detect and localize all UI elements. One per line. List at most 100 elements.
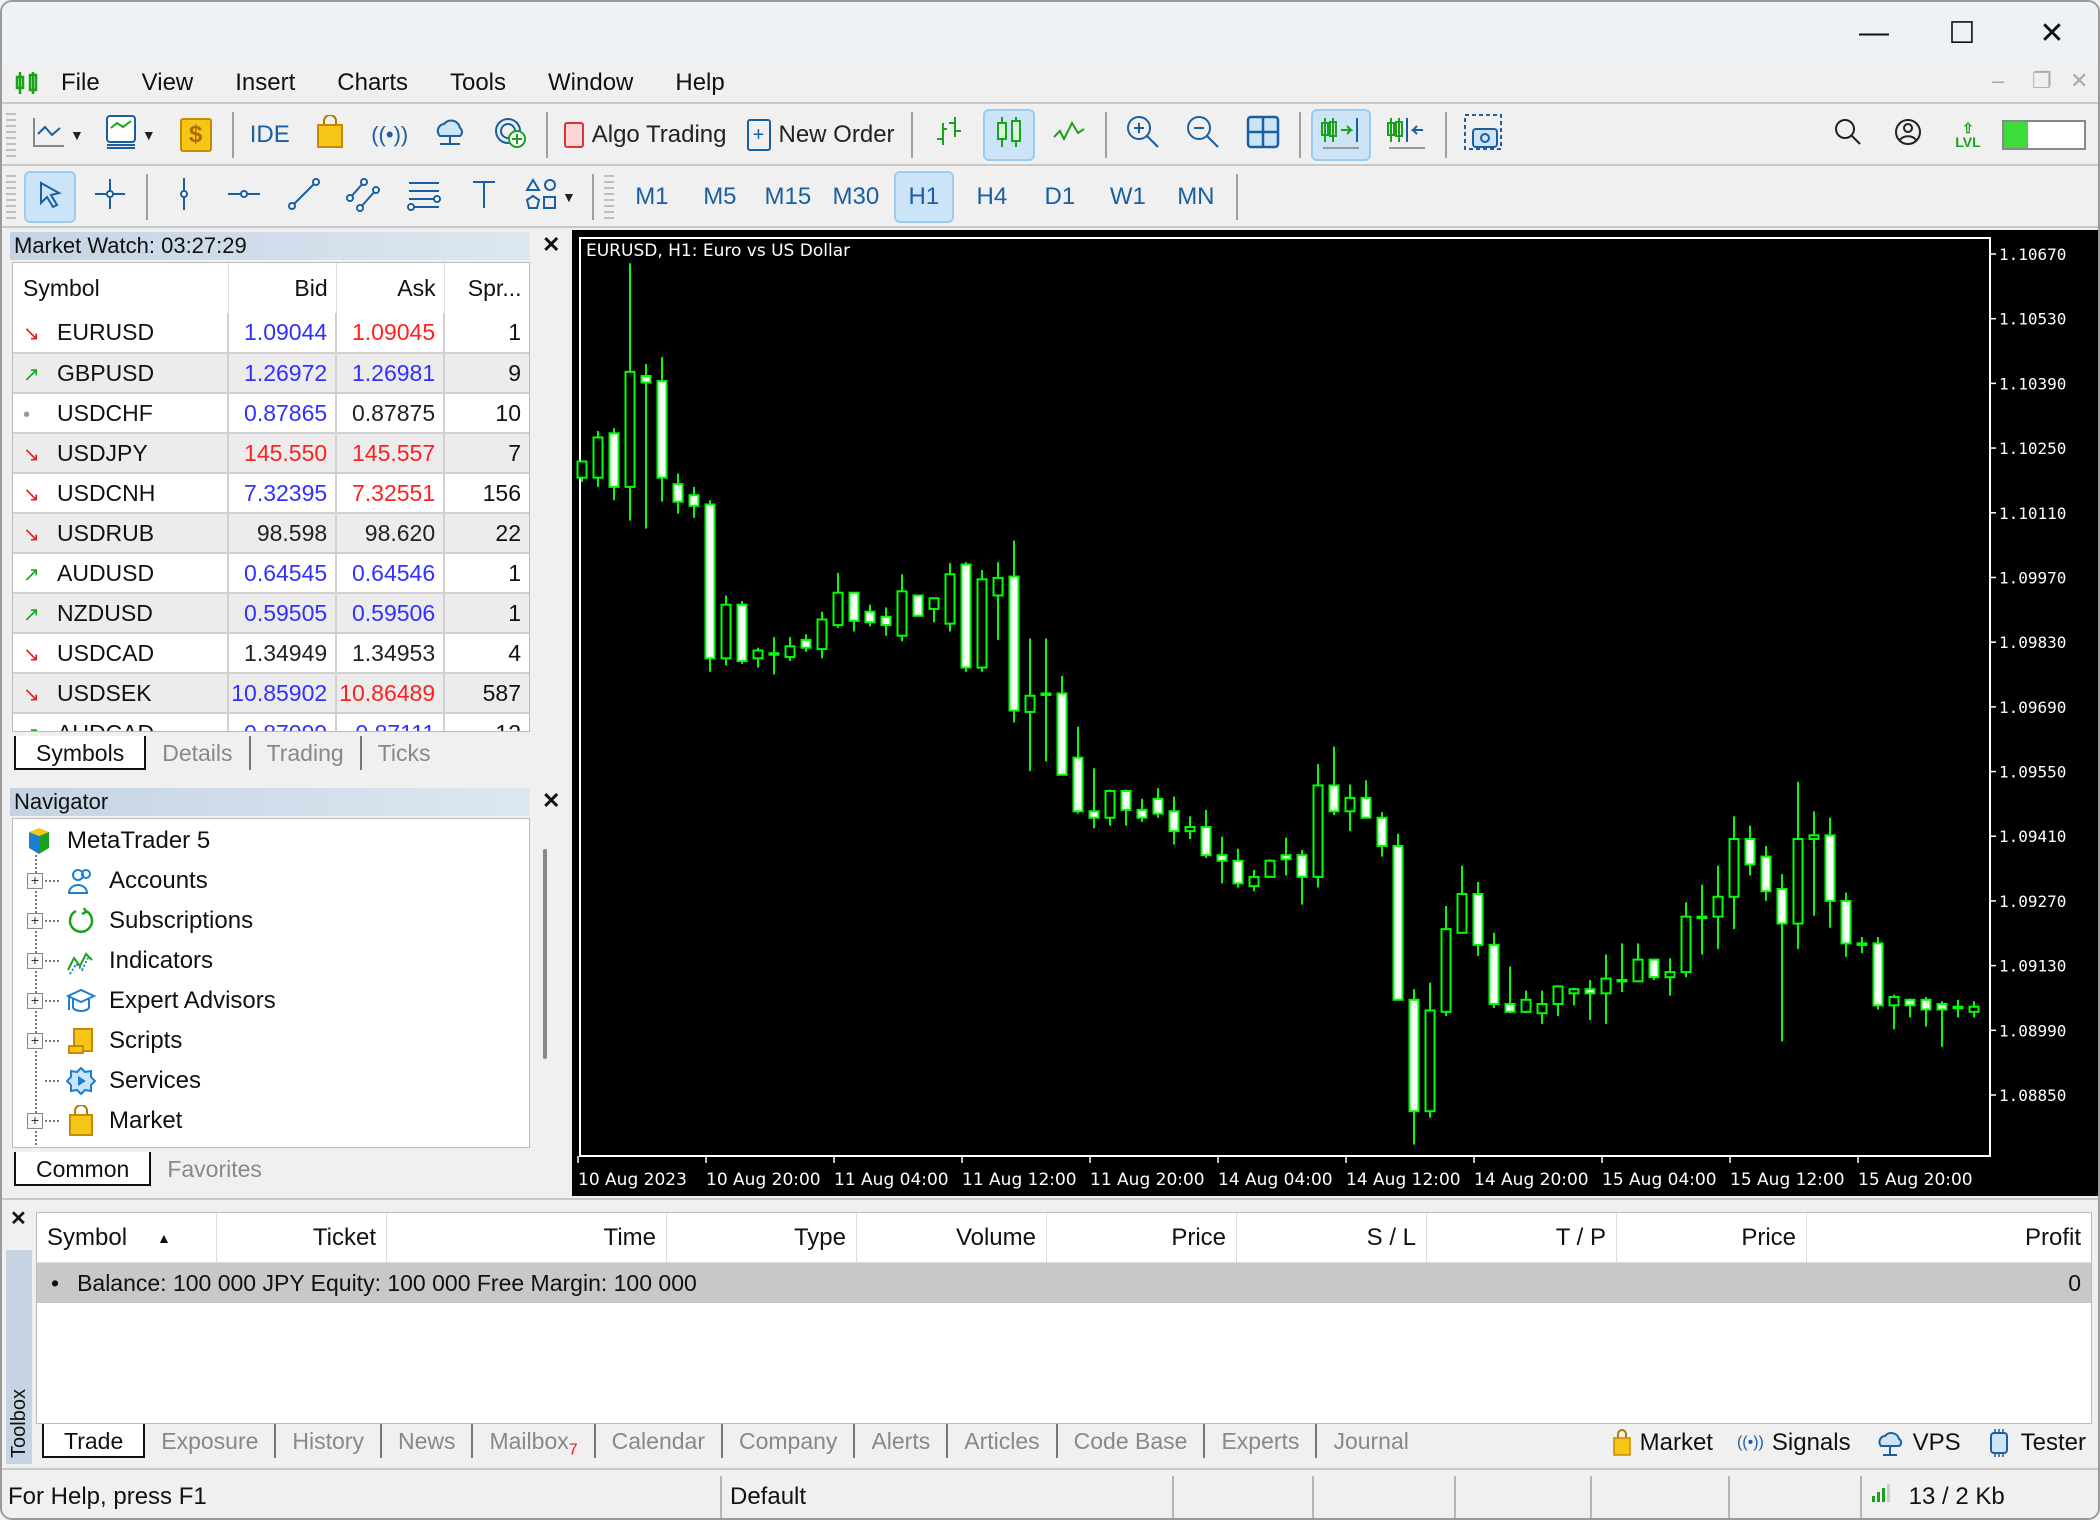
toolbox-side-label[interactable]: Toolbox <box>6 1250 32 1464</box>
navigator-item-indicators[interactable]: + Indicators <box>27 941 213 981</box>
tab-exposure[interactable]: Exposure <box>145 1424 274 1458</box>
market-watch-header[interactable]: Market Watch: 03:27:29 <box>10 232 530 260</box>
symbol-row[interactable]: • USDCHF 0.87865 0.87875 10 <box>13 393 529 434</box>
crosshair-tool[interactable] <box>84 171 136 223</box>
timeframe-m5[interactable]: M5 <box>690 171 750 223</box>
symbol-row[interactable]: ↘ EURUSD 1.09044 1.09045 1 <box>13 313 529 354</box>
column-header-price[interactable]: Price <box>1617 1213 1807 1262</box>
tab-code-base[interactable]: Code Base <box>1055 1424 1204 1458</box>
toolbar-grip[interactable] <box>6 113 16 157</box>
chart-shift-button[interactable] <box>1379 109 1435 161</box>
column-header-t-p[interactable]: T / P <box>1427 1213 1617 1262</box>
maximize-button[interactable]: ☐ <box>1930 10 1994 56</box>
close-button[interactable]: ✕ <box>2020 10 2084 56</box>
toolbar-grip[interactable] <box>6 175 16 219</box>
mdi-restore-button[interactable]: ❐ <box>2032 68 2052 94</box>
symbol-row[interactable]: ↗ AUDUSD 0.64545 0.64546 1 <box>13 553 529 594</box>
menu-insert[interactable]: Insert <box>214 69 316 97</box>
menu-tools[interactable]: Tools <box>429 69 527 97</box>
screenshot-button[interactable] <box>1457 109 1509 161</box>
expand-icon[interactable]: + <box>27 953 43 969</box>
tab-trading[interactable]: Trading <box>248 736 360 770</box>
symbol-row[interactable]: ↘ USDJPY 145.550 145.557 7 <box>13 433 529 474</box>
tab-experts[interactable]: Experts <box>1203 1424 1315 1458</box>
community-button[interactable] <box>484 109 536 161</box>
tab-history[interactable]: History <box>274 1424 380 1458</box>
menu-charts[interactable]: Charts <box>316 69 429 97</box>
new-chart-button[interactable]: ▼ <box>24 109 90 161</box>
link-vps[interactable]: VPS <box>1875 1428 1961 1458</box>
navigator-header[interactable]: Navigator <box>10 788 530 816</box>
market-watch-close-button[interactable]: ✕ <box>542 232 560 258</box>
tab-common[interactable]: Common <box>14 1152 152 1186</box>
timeframe-h4[interactable]: H4 <box>962 171 1022 223</box>
signals-button[interactable]: ((•)) <box>364 109 416 161</box>
column-header-time[interactable]: Time <box>387 1213 667 1262</box>
tile-windows-button[interactable] <box>1237 109 1289 161</box>
timeframe-mn[interactable]: MN <box>1166 171 1226 223</box>
link-tester[interactable]: Tester <box>1985 1428 2086 1458</box>
column-header-type[interactable]: Type <box>667 1213 857 1262</box>
column-header-spread[interactable]: Spr... <box>444 263 529 313</box>
tab-journal[interactable]: Journal <box>1315 1424 1424 1458</box>
tab-ticks[interactable]: Ticks <box>359 736 447 770</box>
candlestick-chart-button[interactable] <box>982 109 1035 161</box>
menu-window[interactable]: Window <box>527 69 654 97</box>
navigator-item-market[interactable]: + Market <box>27 1101 182 1141</box>
status-profile[interactable]: Default <box>720 1476 1172 1518</box>
navigator-root[interactable]: MetaTrader 5 <box>23 821 210 861</box>
navigator-close-button[interactable]: ✕ <box>542 788 560 814</box>
balance-row[interactable]: • Balance: 100 000 JPY Equity: 100 000 F… <box>37 1263 2091 1303</box>
tab-news[interactable]: News <box>379 1424 472 1458</box>
cursor-tool[interactable] <box>24 171 76 223</box>
new-order-button[interactable]: + New Order <box>741 109 901 161</box>
navigator-item-subscriptions[interactable]: + Subscriptions <box>27 901 253 941</box>
column-header-volume[interactable]: Volume <box>857 1213 1047 1262</box>
chart-window[interactable]: EURUSD, H1: Euro vs US Dollar 1.10670 1.1… <box>572 230 2098 1196</box>
zoom-in-button[interactable] <box>1117 109 1169 161</box>
navigator-item-scripts[interactable]: + Scripts <box>27 1021 182 1061</box>
timeframe-m1[interactable]: M1 <box>622 171 682 223</box>
vps-button[interactable] <box>424 109 476 161</box>
level-button[interactable]: ⇧ LVL <box>1942 109 1994 161</box>
fibonacci-tool[interactable] <box>398 171 450 223</box>
symbol-row[interactable]: ↗ GBPUSD 1.26972 1.26981 9 <box>13 353 529 394</box>
menu-help[interactable]: Help <box>654 69 745 97</box>
symbol-row[interactable]: ↘ USDCAD 1.34949 1.34953 4 <box>13 633 529 674</box>
timeframe-d1[interactable]: D1 <box>1030 171 1090 223</box>
expand-icon[interactable]: + <box>27 873 43 889</box>
tab-calendar[interactable]: Calendar <box>593 1424 721 1458</box>
symbol-row[interactable]: ↘ USDSEK 10.85902 10.86489 587 <box>13 673 529 714</box>
tab-alerts[interactable]: Alerts <box>853 1424 946 1458</box>
navigator-item-expert-advisors[interactable]: + Expert Advisors <box>27 981 276 1021</box>
line-chart-button[interactable] <box>1043 109 1095 161</box>
navigator-item-accounts[interactable]: + Accounts <box>27 861 208 901</box>
symbol-row[interactable]: ↘ USDRUB 98.598 98.620 22 <box>13 513 529 554</box>
trendline-tool[interactable] <box>278 171 330 223</box>
text-tool[interactable] <box>458 171 510 223</box>
zoom-out-button[interactable] <box>1177 109 1229 161</box>
mdi-close-button[interactable]: ✕ <box>2070 68 2088 94</box>
timeframe-w1[interactable]: W1 <box>1098 171 1158 223</box>
column-header-bid[interactable]: Bid <box>228 263 337 313</box>
link-signals[interactable]: ((•)) Signals <box>1737 1429 1851 1457</box>
tab-company[interactable]: Company <box>721 1424 853 1458</box>
equidistant-channel-tool[interactable] <box>338 171 390 223</box>
column-header-s-l[interactable]: S / L <box>1237 1213 1427 1262</box>
ide-button[interactable]: IDE <box>244 109 296 161</box>
search-button[interactable] <box>1822 109 1874 161</box>
tradays-button[interactable]: $ <box>170 109 222 161</box>
bar-chart-button[interactable] <box>923 109 975 161</box>
tab-symbols[interactable]: Symbols <box>14 736 147 770</box>
expand-icon[interactable]: + <box>27 993 43 1009</box>
column-header-profit[interactable]: Profit <box>1807 1213 2091 1262</box>
tab-mailbox[interactable]: Mailbox7 <box>471 1424 593 1459</box>
mdi-minimize-button[interactable]: – <box>1992 68 2004 94</box>
market-button[interactable] <box>304 109 356 161</box>
link-market[interactable]: Market <box>1612 1429 1713 1457</box>
vertical-line-tool[interactable] <box>158 171 210 223</box>
tab-articles[interactable]: Articles <box>946 1424 1055 1458</box>
column-header-ask[interactable]: Ask <box>336 263 445 313</box>
profiles-button[interactable]: ▼ <box>98 109 162 161</box>
menu-file[interactable]: File <box>40 69 121 97</box>
